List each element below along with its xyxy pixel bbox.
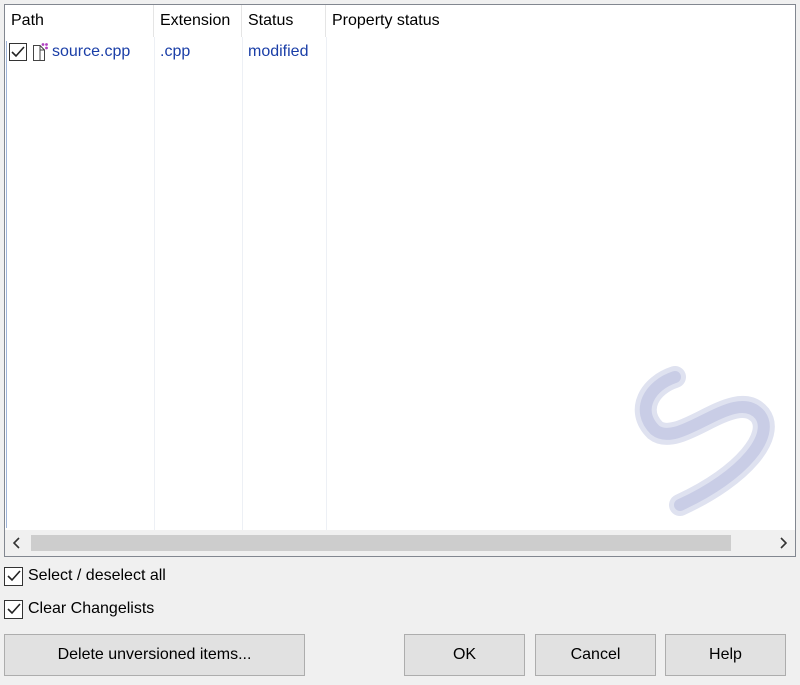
column-header-property-status[interactable]: Property status — [326, 5, 795, 37]
scroll-track[interactable] — [29, 530, 771, 556]
table-row[interactable]: source.cpp .cpp modified — [5, 39, 795, 65]
clear-changelists-checkbox[interactable] — [4, 599, 23, 619]
scroll-thumb[interactable] — [31, 535, 731, 551]
check-icon — [11, 46, 25, 58]
cell-status: modified — [248, 43, 309, 60]
ok-button[interactable]: OK — [404, 634, 525, 676]
cell-extension: .cpp — [160, 43, 191, 60]
chevron-right-icon — [780, 537, 787, 549]
file-path-text: source.cpp — [52, 43, 131, 60]
scroll-right-button[interactable] — [771, 530, 795, 556]
revert-watermark-icon — [634, 366, 775, 516]
column-gridlines — [5, 37, 795, 530]
column-header-status[interactable]: Status — [242, 5, 326, 37]
select-all-option[interactable]: Select / deselect all — [4, 565, 166, 587]
list-header: Path Extension Status Property status — [5, 5, 795, 37]
column-header-extension[interactable]: Extension — [154, 5, 242, 37]
file-list[interactable]: Path Extension Status Property status so… — [4, 4, 796, 557]
modified-file-icon — [33, 43, 48, 61]
select-all-label[interactable]: Select / deselect all — [28, 567, 166, 585]
column-header-path[interactable]: Path — [5, 5, 154, 37]
clear-changelists-label[interactable]: Clear Changelists — [28, 600, 154, 618]
focus-indicator — [6, 41, 7, 528]
check-icon — [6, 603, 21, 615]
scroll-left-button[interactable] — [5, 530, 29, 556]
check-icon — [6, 570, 21, 582]
horizontal-scrollbar[interactable] — [5, 530, 795, 556]
cell-path: source.cpp — [5, 39, 154, 65]
cancel-button[interactable]: Cancel — [535, 634, 656, 676]
help-button[interactable]: Help — [665, 634, 786, 676]
clear-changelists-option[interactable]: Clear Changelists — [4, 598, 154, 620]
row-checkbox[interactable] — [9, 43, 27, 61]
delete-unversioned-button[interactable]: Delete unversioned items... — [4, 634, 305, 676]
revert-dialog: Path Extension Status Property status so… — [0, 0, 800, 685]
select-all-checkbox[interactable] — [4, 566, 23, 586]
chevron-left-icon — [13, 537, 20, 549]
